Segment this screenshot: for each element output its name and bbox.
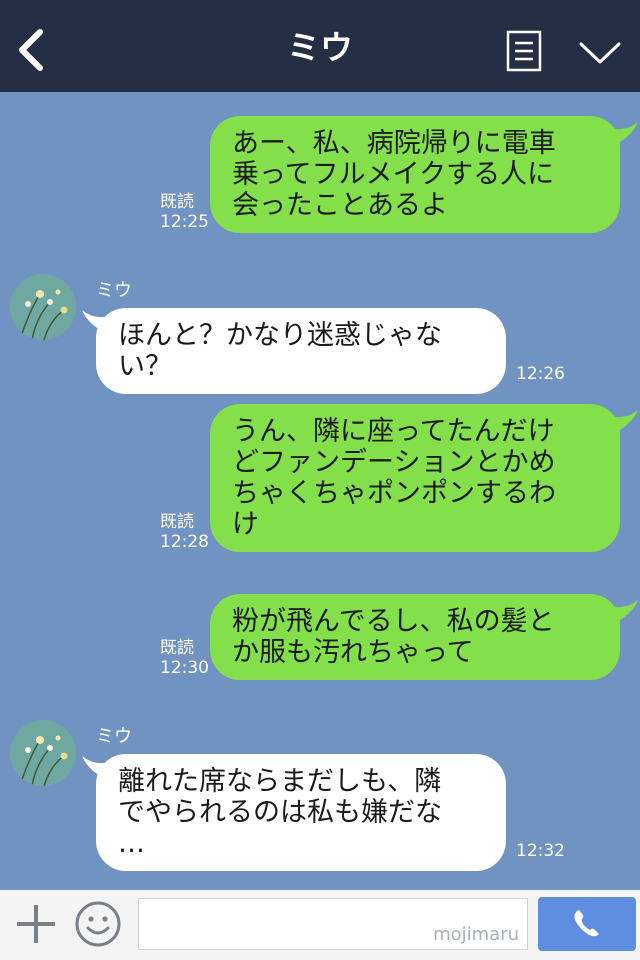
chat-title: ミウ [287,28,353,67]
their-message-bubble[interactable]: 離れた席ならまだしも、隣 でやられるのは私も嫌だな … [96,754,506,871]
message-line: ほんと？かなり迷惑じゃな [118,320,442,351]
bubble-tail [82,756,110,778]
flower-photo-icon [10,720,76,786]
timestamp: 12:30 [160,658,209,678]
call-button[interactable] [538,897,636,951]
message-line: … [118,828,145,859]
note-icon[interactable] [506,30,542,72]
message-line: ちゃくちゃポンポンするわ [232,478,556,509]
message-line: あー、私、病院帰りに電車 [232,128,556,159]
message-line: け [232,509,259,540]
their-message-bubble[interactable]: ほんと？かなり迷惑じゃな い？ [96,308,506,394]
message-line: でやられるのは私も嫌だな [118,797,442,828]
watermark-text: mojimaru [433,924,519,945]
chevron-down-icon[interactable] [578,40,622,66]
message-line: か服も汚れちゃって [232,637,474,668]
sender-name: ミウ [96,726,132,747]
chat-area[interactable]: あー、私、病院帰りに電車 乗ってフルメイクする人に 会ったことあるよ 既読 12… [0,92,640,890]
bubble-tail [82,310,110,332]
message-line: 粉が飛んでるし、私の髪と [232,606,555,637]
message-input[interactable]: mojimaru [138,898,528,950]
avatar[interactable] [10,720,76,786]
phone-icon [574,910,599,937]
message-line: 乗ってフルメイクする人に [232,159,555,190]
smile-icon[interactable] [74,900,122,948]
message-line: うん、隣に座ってたんだけ [232,416,555,447]
timestamp: 12:32 [516,841,565,861]
timestamp: 12:25 [160,212,209,232]
flower-photo-icon [10,274,76,340]
read-label: 既読 [160,638,194,658]
timestamp: 12:28 [160,532,209,552]
read-receipt: 既読 12:30 [160,638,209,678]
sender-name: ミウ [96,280,132,301]
bubble-tail [610,122,638,144]
my-message-bubble[interactable]: あー、私、病院帰りに電車 乗ってフルメイクする人に 会ったことあるよ [210,116,620,233]
read-label: 既読 [160,192,194,212]
avatar[interactable] [10,274,76,340]
bubble-tail [610,600,638,622]
my-message-bubble[interactable]: 粉が飛んでるし、私の髪と か服も汚れちゃって [210,594,620,680]
read-label: 既読 [160,512,194,532]
read-receipt: 既読 12:28 [160,512,209,552]
message-line: どファンデーションとかめ [232,447,556,478]
read-receipt: 既読 12:25 [160,192,209,232]
message-line: い？ [118,351,172,382]
plus-icon[interactable] [14,902,58,946]
my-message-bubble[interactable]: うん、隣に座ってたんだけ どファンデーションとかめ ちゃくちゃポンポンするわ け [210,404,620,552]
timestamp: 12:26 [516,364,565,384]
bubble-tail [610,410,638,432]
message-line: 会ったことあるよ [232,190,448,221]
message-line: 離れた席ならまだしも、隣 [118,766,442,797]
chat-header: ミウ [0,0,640,92]
